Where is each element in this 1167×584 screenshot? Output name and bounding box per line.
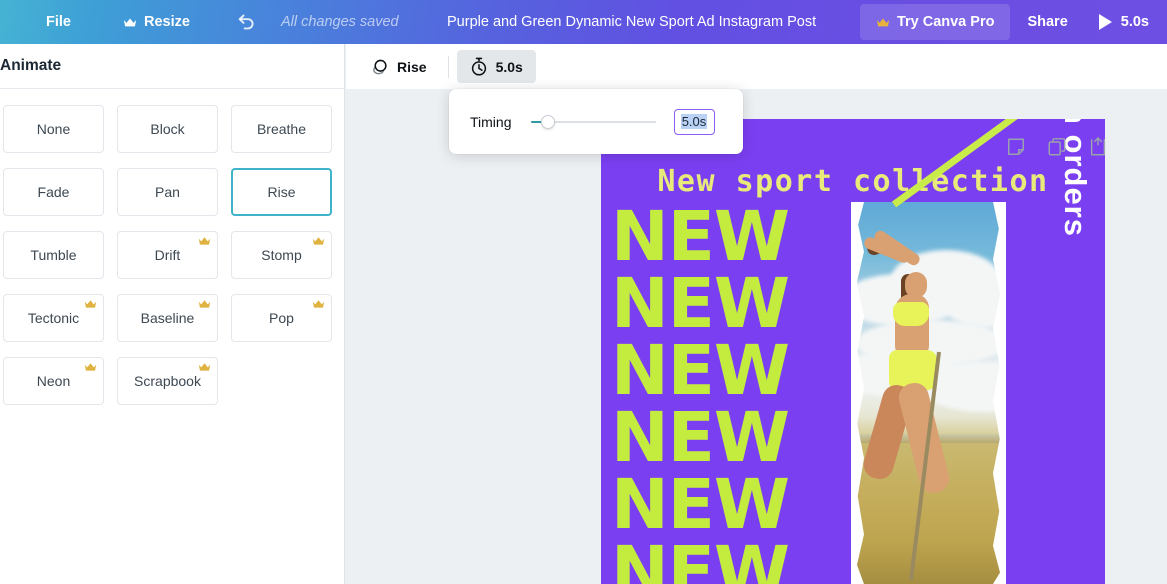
animation-style-button[interactable]: Rise — [358, 50, 440, 83]
crown-icon — [876, 17, 890, 28]
headline-text[interactable]: New sport collection — [601, 164, 1105, 199]
timing-popover: Timing 5.0s — [449, 89, 743, 154]
animation-option-baseline[interactable]: Baseline — [117, 294, 218, 342]
athlete-photo[interactable] — [851, 202, 1006, 584]
panel-title: Animate — [0, 57, 61, 75]
animation-style-label: Rise — [397, 59, 427, 75]
add-page-icon[interactable] — [1088, 137, 1108, 157]
animation-option-drift[interactable]: Drift — [117, 231, 218, 279]
timing-button-label: 5.0s — [496, 59, 523, 75]
animation-option-tumble[interactable]: Tumble — [3, 231, 104, 279]
animation-option-neon[interactable]: Neon — [3, 357, 104, 405]
animation-option-scrapbook[interactable]: Scrapbook — [117, 357, 218, 405]
new-word: NEW — [611, 271, 789, 338]
animation-option-label: Stomp — [261, 247, 301, 263]
element-toolbar: Rise 5.0s — [346, 44, 1167, 89]
new-word: NEW — [611, 539, 789, 584]
crown-icon — [84, 362, 97, 372]
animation-option-label: Rise — [267, 184, 295, 200]
animation-option-label: Scrapbook — [134, 373, 201, 389]
crown-icon — [198, 236, 211, 246]
animation-option-stomp[interactable]: Stomp — [231, 231, 332, 279]
animation-option-label: Breathe — [257, 121, 306, 137]
animation-option-label: Pop — [269, 310, 294, 326]
editor-workspace: Rise 5.0s Timing — [346, 44, 1167, 584]
crown-icon — [198, 299, 211, 309]
play-duration-label: 5.0s — [1121, 14, 1149, 30]
share-button[interactable]: Share — [1010, 4, 1084, 40]
crown-icon — [198, 362, 211, 372]
slider-thumb[interactable] — [541, 115, 555, 129]
athlete-sports-bra — [893, 302, 929, 326]
animation-option-label: None — [37, 121, 70, 137]
crown-icon — [84, 299, 97, 309]
crown-icon — [123, 17, 137, 28]
animation-discs-icon — [371, 58, 389, 76]
animation-option-pan[interactable]: Pan — [117, 168, 218, 216]
animation-option-label: Tectonic — [28, 310, 79, 326]
new-word: NEW — [611, 204, 789, 271]
header-actions: Try Canva Pro Share 5.0s — [860, 0, 1167, 44]
animation-option-fade[interactable]: Fade — [3, 168, 104, 216]
timing-button[interactable]: 5.0s — [457, 50, 536, 83]
page-actions — [1006, 137, 1108, 157]
timing-slider[interactable] — [531, 115, 656, 129]
try-canva-pro-button[interactable]: Try Canva Pro — [860, 4, 1011, 40]
torn-paper-edge-left — [851, 202, 864, 584]
animation-option-label: Pan — [155, 184, 180, 200]
new-word: NEW — [611, 472, 789, 539]
resize-label: Resize — [144, 14, 190, 30]
animation-option-tectonic[interactable]: Tectonic — [3, 294, 104, 342]
animation-option-label: Fade — [38, 184, 70, 200]
file-menu-label: File — [46, 14, 71, 30]
crown-icon — [312, 236, 325, 246]
toolbar-divider — [448, 56, 449, 78]
animate-panel: Animate None Block Breathe Fade Pan Rise Tumbl… — [0, 44, 345, 584]
timing-value-input[interactable]: 5.0s — [674, 109, 715, 135]
photo-inner — [851, 202, 1006, 584]
file-menu-button[interactable]: File — [33, 6, 84, 38]
duplicate-page-icon[interactable] — [1047, 137, 1067, 157]
crown-icon — [312, 299, 325, 309]
animation-option-none[interactable]: None — [3, 105, 104, 153]
animation-options-grid: None Block Breathe Fade Pan Rise Tumble Drift St… — [3, 89, 344, 405]
timing-label: Timing — [470, 114, 512, 130]
play-triangle-icon — [1099, 14, 1112, 30]
share-label: Share — [1027, 14, 1067, 30]
resize-button[interactable]: Resize — [110, 6, 203, 38]
new-word: NEW — [611, 338, 789, 405]
new-word: NEW — [611, 405, 789, 472]
animation-option-label: Baseline — [141, 310, 195, 326]
design-canvas[interactable]: New sport collection NEWNEWNEWNEWNEWNEW — [601, 119, 1105, 584]
undo-arrow-icon — [235, 12, 257, 32]
animation-option-label: Tumble — [30, 247, 76, 263]
save-status-text: All changes saved — [281, 14, 399, 30]
undo-button[interactable] — [229, 6, 263, 38]
timing-value: 5.0s — [681, 114, 708, 129]
notes-icon[interactable] — [1006, 137, 1026, 157]
animation-option-label: Drift — [155, 247, 181, 263]
play-preview-button[interactable]: 5.0s — [1085, 4, 1167, 40]
animation-option-block[interactable]: Block — [117, 105, 218, 153]
animate-panel-header: Animate — [0, 44, 344, 89]
document-title[interactable]: Purple and Green Dynamic New Sport Ad In… — [447, 0, 816, 44]
top-header-bar: File Resize All changes saved Purple and… — [0, 0, 1167, 44]
animation-option-pop[interactable]: Pop — [231, 294, 332, 342]
repeated-new-text-block[interactable]: NEWNEWNEWNEWNEWNEW — [611, 204, 789, 584]
try-canva-pro-label: Try Canva Pro — [897, 14, 995, 30]
animation-option-label: Block — [150, 121, 184, 137]
animation-option-rise[interactable]: Rise — [231, 168, 332, 216]
animation-option-label: Neon — [37, 373, 70, 389]
canva-editor: File Resize All changes saved Purple and… — [0, 0, 1167, 584]
stopwatch-icon — [470, 57, 488, 76]
animation-option-breathe[interactable]: Breathe — [231, 105, 332, 153]
